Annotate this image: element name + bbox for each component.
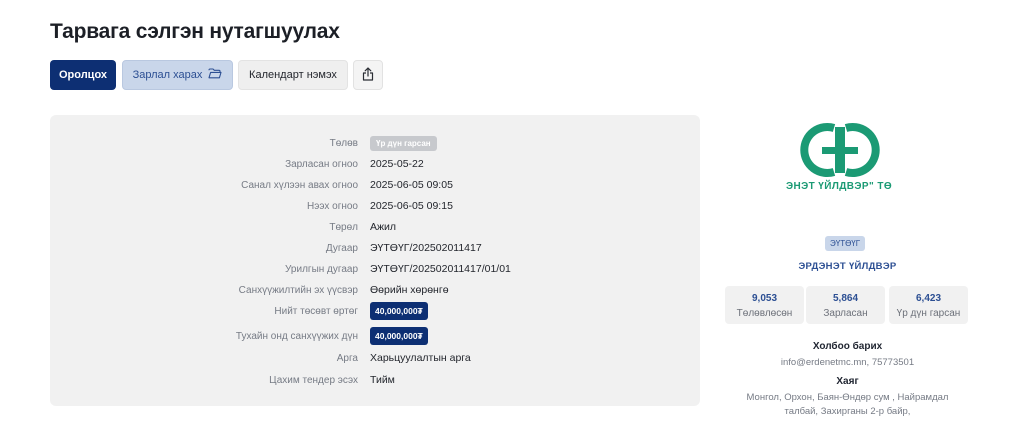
detail-row: Төрөл Ажил — [50, 217, 700, 237]
detail-row: Арга Харьцуулалтын арга — [50, 348, 700, 368]
detail-label: Төрөл — [329, 221, 358, 233]
tender-details-panel: Төлөв Үр дүн гарсан Зарласан огноо 2025-… — [50, 115, 700, 406]
status-badge: Үр дүн гарсан — [370, 135, 437, 151]
detail-value: 2025-05-22 — [370, 158, 424, 170]
stat-label: Төлөвлөсөн — [736, 308, 793, 319]
stat-value: 5,864 — [832, 293, 859, 304]
detail-row: Дугаар ЭҮТӨҮГ/202502011417 — [50, 238, 700, 258]
stat-planned: 9,053 Төлөвлөсөн — [725, 286, 804, 324]
detail-row-annual-funding: Тухайн онд санхүүжих дүн 40,000,000₮ — [50, 326, 700, 346]
detail-label: Арга — [336, 352, 358, 364]
company-logo — [794, 121, 886, 179]
add-to-calendar-button[interactable]: Календарт нэмэх — [238, 60, 348, 90]
detail-value: Харьцуулалтын арга — [370, 352, 471, 364]
contact-text: info@erdenetmc.mn, 75773501 — [780, 357, 915, 368]
detail-row: Санал хүлээн авах огноо 2025-06-05 09:05 — [50, 175, 700, 195]
organization-name[interactable]: ЭРДЭНЭТ ҮЙЛДВЭР — [715, 261, 980, 272]
detail-value: Өөрийн хөрөнгө — [370, 284, 449, 296]
view-announcement-button[interactable]: Зарлал харах — [122, 60, 233, 90]
page-title: Тарвага сэлгэн нутагшуулах — [50, 20, 340, 43]
detail-value: 2025-06-05 09:15 — [370, 200, 453, 212]
stat-value: 6,423 — [915, 293, 942, 304]
detail-row: Нээх огноо 2025-06-05 09:15 — [50, 196, 700, 216]
detail-label: Дугаар — [325, 242, 358, 254]
detail-label: Нийт төсөвт өртөг — [274, 305, 358, 317]
address-line: Монгол, Орхон, Баян-Өндөр сум , Найрамда… — [746, 392, 949, 403]
contact-heading: Холбоо барих — [812, 341, 883, 352]
detail-label: Зарласан огноо — [285, 158, 358, 170]
organization-card: ЭНЭТ ҮЙЛДВЭР" ТӨ ЭҮТӨҮГ ЭРДЭНЭТ ҮЙЛДВЭР … — [715, 115, 1010, 427]
stat-value: 9,053 — [751, 293, 778, 304]
amount-badge: 40,000,000₮ — [370, 302, 428, 320]
detail-value: 2025-06-05 09:05 — [370, 179, 453, 191]
detail-row: Цахим тендер эсэх Тийм — [50, 370, 700, 390]
share-button[interactable] — [353, 60, 383, 90]
stat-label: Үр дүн гарсан — [896, 308, 961, 319]
detail-value: ЭҮТӨҮГ/202502011417/01/01 — [370, 263, 511, 275]
join-button[interactable]: Оролцох — [50, 60, 116, 90]
detail-label: Төлөв — [329, 137, 358, 149]
share-icon — [362, 66, 374, 84]
address-heading: Хаяг — [836, 376, 859, 387]
detail-row: Зарласан огноо 2025-05-22 — [50, 154, 700, 174]
stat-announced: 5,864 Зарласан — [806, 286, 885, 324]
detail-row-status: Төлөв Үр дүн гарсан — [50, 133, 700, 153]
detail-label: Санал хүлээн авах огноо — [241, 179, 358, 191]
detail-value: ЭҮТӨҮГ/202502011417 — [370, 242, 482, 254]
stat-label: Зарласан — [823, 308, 868, 319]
detail-value: Тийм — [370, 374, 395, 386]
view-announcement-label: Зарлал харах — [132, 69, 203, 81]
detail-row-budget: Нийт төсөвт өртөг 40,000,000₮ — [50, 301, 700, 321]
detail-row: Санхүүжилтийн эх үүсвэр Өөрийн хөрөнгө — [50, 280, 700, 300]
detail-value: Ажил — [370, 221, 397, 233]
detail-label: Урилгын дугаар — [285, 263, 358, 275]
detail-row: Урилгын дугаар ЭҮТӨҮГ/202502011417/01/01 — [50, 259, 700, 279]
join-button-label: Оролцох — [58, 69, 108, 81]
detail-label: Тухайн онд санхүүжих дүн — [235, 330, 358, 342]
logo-text: ЭНЭТ ҮЙЛДВЭР" ТӨ — [785, 181, 893, 192]
organization-tag: ЭҮТӨҮГ — [825, 236, 866, 251]
stat-results: 6,423 Үр дүн гарсан — [889, 286, 968, 324]
detail-label: Санхүүжилтийн эх үүсвэр — [238, 284, 358, 296]
detail-label: Цахим тендер эсэх — [269, 374, 358, 386]
folder-open-icon — [208, 68, 222, 82]
add-to-calendar-label: Календарт нэмэх — [249, 69, 337, 81]
detail-label: Нээх огноо — [307, 200, 358, 212]
amount-badge: 40,000,000₮ — [370, 327, 428, 345]
address-line: талбай, Захирганы 2-р байр, — [784, 406, 911, 417]
